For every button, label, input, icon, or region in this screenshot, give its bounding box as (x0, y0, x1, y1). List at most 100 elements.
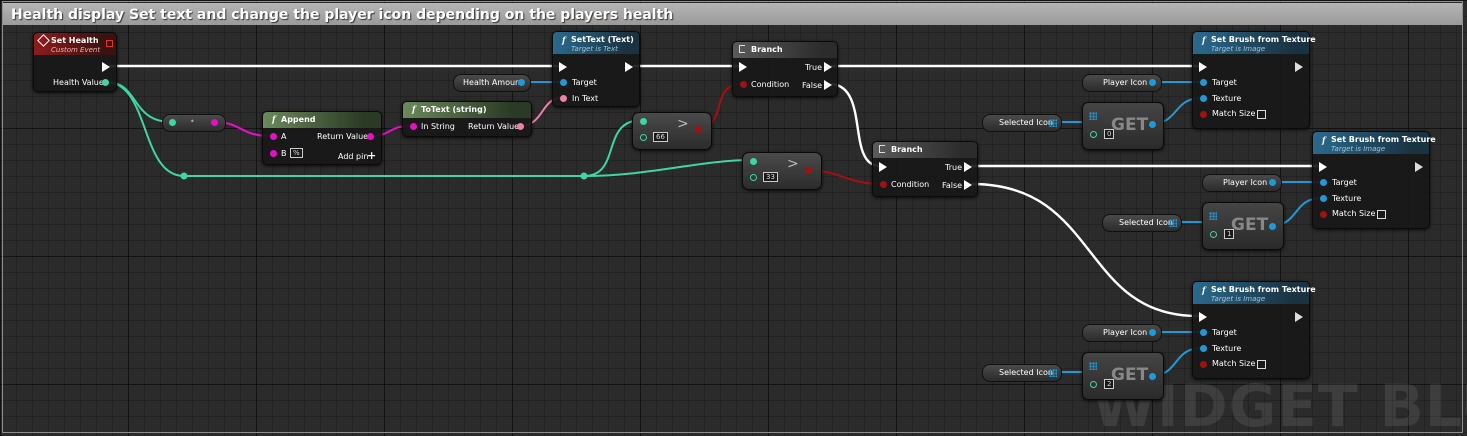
match-size-checkbox[interactable] (1257, 360, 1266, 369)
exec-in-pin[interactable] (1199, 62, 1207, 72)
exec-out-pin[interactable] (1295, 62, 1303, 72)
selected-icon-variable[interactable]: Selected Icon (982, 364, 1062, 382)
totext-return-pin[interactable] (517, 123, 524, 130)
health-amount-variable[interactable]: Health Amount (453, 74, 531, 92)
match-size-checkbox[interactable] (1257, 110, 1266, 119)
compare-33-node[interactable]: 33 > (742, 152, 822, 190)
comment-title: Health display Set text and change the p… (11, 7, 674, 23)
variable-out-pin[interactable] (1269, 179, 1276, 186)
variable-out-pin[interactable] (1149, 79, 1156, 86)
exec-out-pin[interactable] (625, 62, 633, 72)
target-pin[interactable] (1200, 79, 1207, 86)
compare-b-input[interactable]: 33 (763, 172, 778, 182)
compare-b-pin[interactable] (640, 134, 647, 141)
index-input[interactable]: 1 (1224, 229, 1235, 239)
get-out-pin[interactable] (1269, 223, 1276, 230)
append-b-input[interactable]: % (290, 148, 303, 158)
set-brush-from-texture-node-3[interactable]: f Set Brush from Texture Target is Image… (1192, 281, 1316, 379)
totext-node[interactable]: f ToText (string) In String Return Value (402, 101, 532, 137)
comment-header[interactable]: Health display Set text and change the p… (3, 3, 1462, 25)
exec-in-pin[interactable] (559, 62, 567, 72)
index-pin[interactable] (1210, 231, 1217, 238)
exec-in-pin[interactable] (1319, 162, 1327, 172)
conv-out-pin[interactable] (211, 119, 218, 126)
variable-out-pin[interactable] (518, 79, 525, 86)
settext-node[interactable]: f SetText (Text) Target is Text Target I… (552, 31, 640, 107)
exec-in-pin[interactable] (739, 62, 747, 72)
compare-b-pin[interactable] (750, 174, 757, 181)
pin-label: B (281, 149, 287, 158)
array-grid-icon[interactable] (1209, 212, 1217, 220)
graph-canvas[interactable]: Health display Set text and change the p… (0, 0, 1467, 436)
totext-in-pin[interactable] (410, 123, 417, 130)
true-exec-pin[interactable] (824, 62, 832, 72)
false-exec-pin[interactable] (964, 180, 972, 190)
append-node[interactable]: f Append A Return Value B % Add pin + (262, 111, 382, 165)
target-pin[interactable] (1320, 179, 1327, 186)
array-get-node[interactable]: GET 2 (1082, 352, 1164, 400)
greater-than-symbol: > (787, 156, 799, 172)
compare-66-node[interactable]: 66 > (632, 112, 712, 150)
array-get-node[interactable]: GET 1 (1202, 202, 1284, 250)
array-grid-icon[interactable] (1169, 219, 1177, 227)
get-out-pin[interactable] (1149, 121, 1156, 128)
texture-pin[interactable] (1200, 95, 1207, 102)
exec-out-pin[interactable] (1415, 162, 1423, 172)
set-brush-from-texture-node-1[interactable]: f Set Brush from Texture Target is Image… (1192, 31, 1316, 129)
add-pin-icon[interactable]: + (367, 150, 376, 161)
target-pin[interactable] (1200, 329, 1207, 336)
append-b-pin[interactable] (270, 150, 277, 157)
match-size-pin[interactable] (1320, 211, 1327, 218)
set-health-event-node[interactable]: Set Health Custom Event Health Value (33, 32, 117, 92)
exec-out-pin[interactable] (1295, 312, 1303, 322)
exec-out-pin[interactable] (102, 62, 110, 72)
texture-pin[interactable] (1200, 345, 1207, 352)
int-to-string-conversion-node[interactable]: • (162, 114, 226, 132)
array-grid-icon[interactable] (1089, 112, 1097, 120)
variable-out-pin[interactable] (1149, 329, 1156, 336)
in-text-pin[interactable] (560, 95, 567, 102)
match-size-pin[interactable] (1200, 111, 1207, 118)
false-exec-pin[interactable] (824, 80, 832, 90)
array-grid-icon[interactable] (1049, 119, 1057, 127)
condition-pin[interactable] (880, 181, 887, 188)
branch-node-2[interactable]: Branch True Condition False (872, 141, 978, 197)
player-icon-variable[interactable]: Player Icon (1202, 174, 1282, 192)
compare-return-pin[interactable] (695, 126, 702, 133)
compare-a-pin[interactable] (750, 158, 757, 165)
branch-node-1[interactable]: Branch True Condition False (732, 41, 838, 97)
array-grid-icon[interactable] (1049, 369, 1057, 377)
compare-a-pin[interactable] (640, 118, 647, 125)
match-size-checkbox[interactable] (1377, 210, 1386, 219)
get-label: GET (1111, 365, 1149, 385)
get-out-pin[interactable] (1149, 373, 1156, 380)
add-pin-label[interactable]: Add pin (338, 152, 368, 162)
conv-in-pin[interactable] (169, 119, 176, 126)
compare-return-pin[interactable] (805, 167, 812, 174)
compare-b-input[interactable]: 66 (653, 132, 668, 142)
set-brush-from-texture-node-2[interactable]: f Set Brush from Texture Target is Image… (1312, 131, 1436, 229)
player-icon-variable[interactable]: Player Icon (1082, 74, 1162, 92)
condition-pin[interactable] (740, 81, 747, 88)
pin-label: False (942, 181, 963, 190)
exec-in-pin[interactable] (879, 162, 887, 172)
delegate-pin[interactable] (106, 40, 113, 47)
index-input[interactable]: 2 (1104, 379, 1115, 389)
array-get-node[interactable]: GET 0 (1082, 102, 1164, 150)
append-return-pin[interactable] (367, 133, 374, 140)
true-exec-pin[interactable] (964, 162, 972, 172)
selected-icon-variable[interactable]: Selected Icon (982, 114, 1062, 132)
index-pin[interactable] (1090, 131, 1097, 138)
player-icon-variable[interactable]: Player Icon (1082, 324, 1162, 342)
index-pin[interactable] (1090, 381, 1097, 388)
health-value-pin[interactable] (102, 79, 109, 86)
selected-icon-variable[interactable]: Selected Icon (1102, 214, 1182, 232)
branch-icon (879, 145, 885, 153)
target-pin[interactable] (560, 79, 567, 86)
append-a-pin[interactable] (270, 133, 277, 140)
exec-in-pin[interactable] (1199, 312, 1207, 322)
match-size-pin[interactable] (1200, 361, 1207, 368)
index-input[interactable]: 0 (1104, 129, 1115, 139)
array-grid-icon[interactable] (1089, 362, 1097, 370)
texture-pin[interactable] (1320, 195, 1327, 202)
